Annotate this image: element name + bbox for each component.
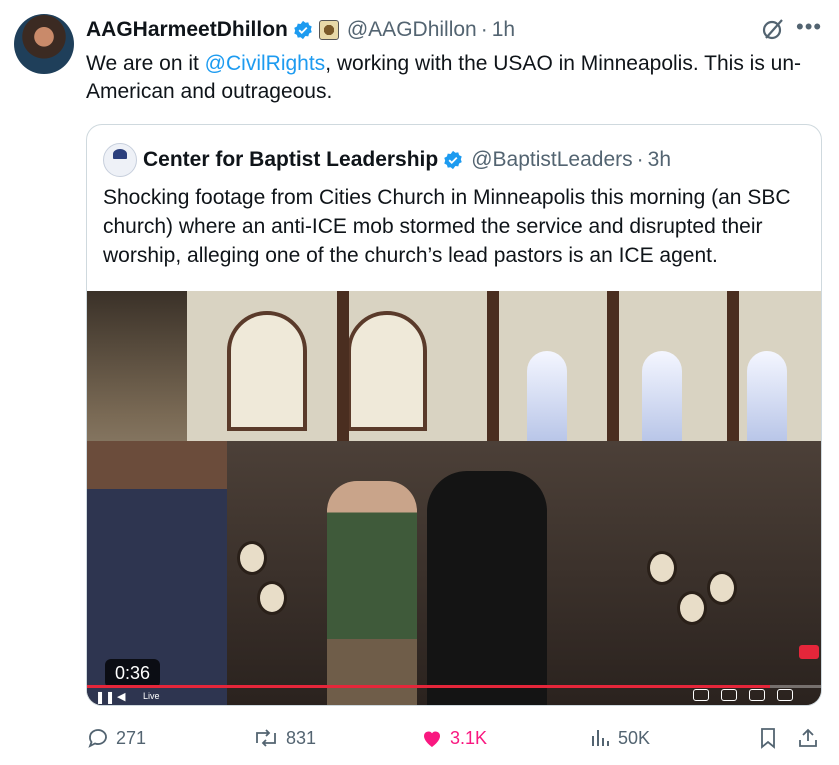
views-icon bbox=[592, 730, 609, 746]
repost-icon bbox=[256, 729, 276, 747]
volume-icon[interactable]: ◀ bbox=[117, 690, 125, 703]
bookmark-icon bbox=[761, 728, 775, 749]
quoted-tweet-text: Shocking footage from Cities Church in M… bbox=[103, 186, 791, 267]
verified-badge-icon bbox=[294, 20, 312, 40]
video-frame-chair bbox=[257, 581, 287, 615]
video-frame-window bbox=[642, 351, 682, 441]
separator-dot: · bbox=[480, 18, 488, 41]
video-frame-arch bbox=[347, 311, 427, 431]
reply-icon bbox=[88, 729, 107, 748]
quoted-author-handle[interactable]: @BaptistLeaders bbox=[471, 148, 632, 172]
repost-count: 831 bbox=[286, 727, 317, 748]
action-bar: 271 831 3.1K 50K bbox=[0, 720, 839, 756]
like-button[interactable]: 3.1K bbox=[420, 720, 487, 756]
video-frame-person bbox=[427, 471, 547, 705]
settings-icon[interactable] bbox=[721, 689, 737, 701]
author-avatar[interactable] bbox=[14, 14, 74, 74]
grok-icon[interactable] bbox=[760, 16, 786, 42]
video-frame-beam bbox=[337, 291, 349, 441]
quoted-tweet-header: Center for Baptist Leadership @BaptistLe… bbox=[143, 143, 671, 177]
video-frame-chair bbox=[707, 571, 737, 605]
heart-icon bbox=[424, 731, 440, 747]
pause-icon[interactable]: ❚❚ bbox=[95, 690, 115, 704]
video-frame-window bbox=[527, 351, 567, 441]
affiliation-badge-icon[interactable] bbox=[318, 20, 339, 40]
separator-dot: · bbox=[636, 148, 644, 171]
captions-icon[interactable] bbox=[693, 689, 709, 701]
repost-button[interactable]: 831 bbox=[252, 720, 316, 756]
bookmark-button[interactable] bbox=[756, 720, 786, 756]
views-button[interactable]: 50K bbox=[588, 720, 650, 756]
video-frame-person bbox=[327, 481, 417, 705]
tweet-time[interactable]: 1h bbox=[492, 18, 515, 42]
share-icon bbox=[799, 728, 817, 747]
verified-badge-icon bbox=[444, 150, 462, 170]
quoted-author-name[interactable]: Center for Baptist Leadership bbox=[143, 148, 438, 172]
author-name[interactable]: AAGHarmeetDhillon bbox=[86, 18, 288, 42]
video-frame-beam bbox=[607, 291, 619, 441]
quoted-tweet-time[interactable]: 3h bbox=[648, 148, 671, 172]
video-frame-beam bbox=[727, 291, 739, 441]
views-count: 50K bbox=[618, 727, 651, 748]
video-frame-chair bbox=[237, 541, 267, 575]
mention-link[interactable]: @CivilRights bbox=[205, 52, 326, 75]
video-frame-arch bbox=[227, 311, 307, 431]
more-icon[interactable]: ••• bbox=[796, 14, 822, 40]
reply-count: 271 bbox=[116, 727, 147, 748]
pip-icon[interactable] bbox=[749, 689, 765, 701]
fullscreen-icon[interactable] bbox=[777, 689, 793, 701]
tweet-text: We are on it @CivilRights, working with … bbox=[86, 50, 826, 106]
video-progress-fill bbox=[87, 685, 770, 688]
like-count: 3.1K bbox=[450, 727, 488, 748]
video-controls bbox=[693, 689, 793, 701]
share-button[interactable] bbox=[796, 720, 826, 756]
tweet-text-start: We are on it bbox=[86, 52, 205, 75]
live-label: Live bbox=[143, 691, 160, 701]
video-player[interactable]: 0:36 ❚❚ ◀ Live bbox=[87, 291, 821, 705]
reply-button[interactable]: 271 bbox=[86, 720, 146, 756]
tweet-header: AAGHarmeetDhillon @AAGDhillon · 1h bbox=[86, 14, 515, 46]
video-frame-chair bbox=[647, 551, 677, 585]
author-handle[interactable]: @AAGDhillon bbox=[347, 18, 477, 42]
quoted-author-avatar[interactable] bbox=[103, 143, 137, 177]
video-frame-beam bbox=[487, 291, 499, 441]
video-progress-bar[interactable] bbox=[87, 685, 821, 688]
video-timestamp: 0:36 bbox=[105, 659, 161, 688]
video-frame-chair bbox=[677, 591, 707, 625]
quoted-tweet[interactable]: Center for Baptist Leadership @BaptistLe… bbox=[86, 124, 822, 706]
video-frame-window bbox=[747, 351, 787, 441]
youtube-icon bbox=[799, 645, 819, 659]
